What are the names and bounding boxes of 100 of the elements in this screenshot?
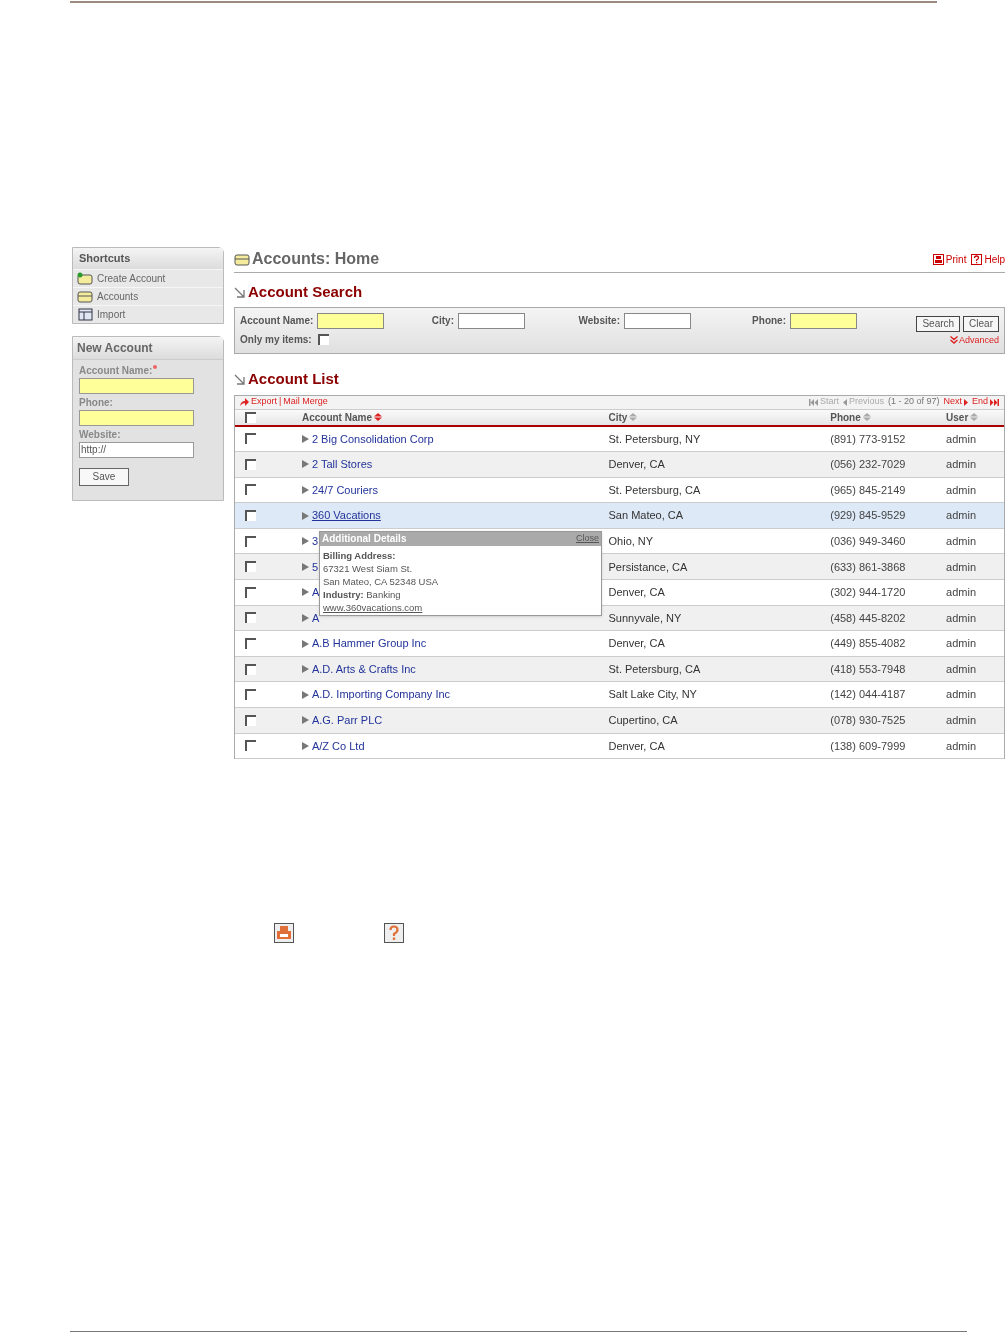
- help-icon[interactable]: [971, 253, 983, 265]
- expand-arrow-icon[interactable]: [301, 537, 309, 546]
- checkbox[interactable]: [317, 333, 329, 345]
- page-title: Accounts: Home: [252, 249, 380, 269]
- text-field[interactable]: [79, 377, 194, 394]
- double-chevron-icon[interactable]: [949, 336, 958, 345]
- checkbox[interactable]: [245, 411, 256, 423]
- shortcut-link[interactable]: Create Account: [97, 270, 166, 286]
- account-link[interactable]: A: [311, 609, 320, 627]
- export-link[interactable]: Export: [251, 395, 277, 409]
- collapse-arrow-icon[interactable]: [234, 286, 245, 298]
- expand-arrow-icon[interactable]: [301, 460, 309, 469]
- page-range: (1 - 20 of 97): [887, 395, 940, 409]
- panel-title: Shortcuts: [73, 248, 223, 269]
- account-link[interactable]: A.B Hammer Group Inc: [311, 635, 427, 652]
- text-field[interactable]: [790, 312, 857, 329]
- end-link[interactable]: End: [972, 395, 988, 409]
- checkbox[interactable]: [245, 510, 256, 522]
- table-cell-text: (056) 232-7029: [830, 457, 907, 473]
- account-link[interactable]: 24/7 Couriers: [311, 481, 378, 499]
- export-arrow-icon[interactable]: [240, 398, 249, 406]
- shortcut-link[interactable]: Import: [97, 306, 126, 322]
- expand-arrow-icon[interactable]: [301, 716, 309, 725]
- table-cell-text: admin: [946, 687, 978, 703]
- text-field[interactable]: http://: [79, 441, 194, 458]
- table-cell-text: Denver, CA: [608, 636, 666, 652]
- next-link[interactable]: Next: [943, 395, 962, 409]
- table-cell-text: Sunnyvale, NY: [608, 610, 683, 626]
- mail-merge-link[interactable]: Mail Merge: [283, 395, 328, 409]
- account-link[interactable]: A.D. Arts & Crafts Inc: [311, 660, 416, 678]
- table-row[interactable]: 360 Vacations San Mateo, CA (929) 845-9529 admin: [235, 503, 1004, 529]
- table-cell-text: admin: [946, 508, 978, 524]
- text-field[interactable]: [79, 409, 194, 426]
- checkbox[interactable]: [245, 714, 256, 726]
- account-link[interactable]: A.D. Importing Company Inc: [311, 686, 451, 703]
- text-field[interactable]: [624, 312, 691, 329]
- search-form-button[interactable]: Clear: [963, 315, 999, 332]
- account-link[interactable]: 3: [311, 532, 319, 550]
- help-icon: [384, 923, 404, 944]
- shortcut-link[interactable]: Accounts: [97, 288, 139, 304]
- section-title: Account Search: [248, 282, 363, 302]
- account-link[interactable]: 5: [311, 558, 319, 575]
- print-icon[interactable]: [932, 253, 944, 265]
- text-field[interactable]: [458, 312, 525, 329]
- table-cell-text: admin: [946, 559, 978, 575]
- search-form-button[interactable]: Search: [916, 315, 961, 332]
- account-link[interactable]: A/Z Co Ltd: [311, 737, 365, 755]
- table-cell-text: admin: [946, 482, 978, 498]
- table-cell-text: Persistance, CA: [608, 559, 689, 575]
- column-header[interactable]: Account Name: [301, 409, 372, 425]
- printer-icon: [274, 923, 294, 944]
- field-label: Website:: [79, 427, 121, 442]
- last-page-icon[interactable]: [990, 398, 999, 406]
- table-row[interactable]: A.D. Arts & Crafts Inc St. Petersburg, CA (418) 553-7948 admin: [235, 656, 1004, 683]
- expand-arrow-icon[interactable]: [301, 486, 309, 494]
- advanced-link[interactable]: Advanced: [958, 333, 999, 347]
- section-title: Account List: [248, 369, 339, 389]
- table-cell-text: (142) 044-4187: [830, 687, 907, 703]
- expand-arrow-icon[interactable]: [301, 690, 309, 699]
- print-link[interactable]: Print: [945, 251, 967, 267]
- expand-arrow-icon[interactable]: [301, 665, 309, 674]
- expand-arrow-icon[interactable]: [301, 613, 309, 622]
- checkbox[interactable]: [245, 458, 256, 470]
- expand-arrow-icon[interactable]: [301, 639, 309, 648]
- expand-arrow-icon[interactable]: [301, 741, 309, 750]
- table-row[interactable]: 2 Tall Stores Denver, CA (056) 232-7029 admin: [235, 452, 1004, 478]
- expand-arrow-icon[interactable]: [301, 562, 309, 571]
- field-label: Phone:: [751, 314, 786, 328]
- account-link[interactable]: A.G. Parr PLC: [311, 712, 383, 729]
- table-cell-text: St. Petersburg, NY: [608, 431, 702, 447]
- account-link[interactable]: 360 Vacations: [311, 507, 381, 524]
- folder-icon: [77, 271, 93, 285]
- account-link[interactable]: 2 Tall Stores: [311, 456, 373, 473]
- next-icon[interactable]: [964, 398, 968, 406]
- column-header[interactable]: Phone: [830, 409, 861, 425]
- collapse-arrow-icon[interactable]: [234, 373, 245, 385]
- table-cell-text: San Mateo, CA: [608, 508, 685, 524]
- popup-title: Additional Details: [322, 532, 407, 546]
- table-cell-text: St. Petersburg, CA: [608, 482, 702, 498]
- table-cell-text: (036) 949-3460: [830, 533, 907, 549]
- account-link[interactable]: A: [311, 584, 320, 601]
- table-cell-text: (891) 773-9152: [830, 431, 907, 447]
- expand-arrow-icon[interactable]: [301, 511, 309, 520]
- table-cell-text: admin: [946, 738, 978, 754]
- expand-arrow-icon[interactable]: [301, 434, 309, 443]
- text-field[interactable]: [317, 312, 385, 329]
- help-link[interactable]: Help: [984, 251, 1005, 267]
- table-row[interactable]: A.G. Parr PLC Cupertino, CA (078) 930-7525 admin: [235, 708, 1004, 734]
- checkbox[interactable]: [245, 561, 256, 573]
- account-link[interactable]: 2 Big Consolidation Corp: [311, 430, 434, 448]
- table-cell-text: (929) 845-9529: [830, 508, 907, 524]
- sort-icon[interactable]: [373, 413, 382, 421]
- required-mark-icon: [153, 364, 158, 369]
- column-header[interactable]: City: [608, 409, 628, 425]
- save-button[interactable]: Save: [79, 467, 129, 486]
- table-cell-text: admin: [946, 457, 978, 473]
- column-header[interactable]: User: [946, 409, 969, 425]
- expand-arrow-icon[interactable]: [301, 588, 309, 597]
- checkbox[interactable]: [245, 663, 256, 675]
- checkbox[interactable]: [245, 612, 256, 624]
